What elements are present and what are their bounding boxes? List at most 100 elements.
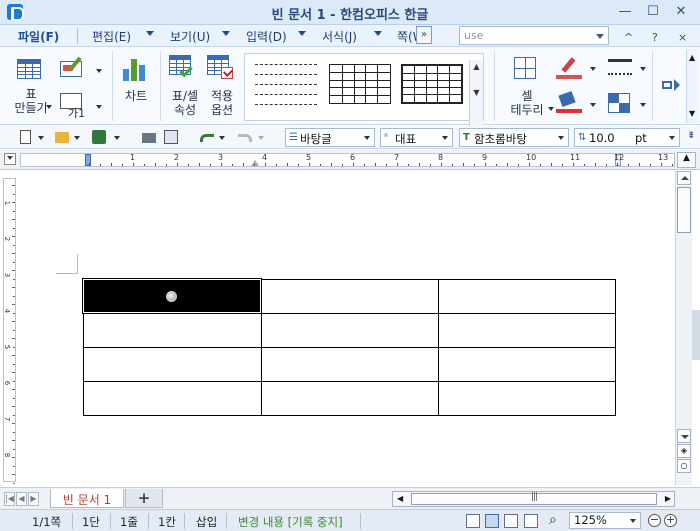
tab-document-1[interactable]: 빈 문서 1 (50, 489, 124, 508)
ribbon-overflow-icon[interactable] (662, 77, 682, 93)
menu-edit-dropdown-icon[interactable] (146, 31, 154, 36)
table-cell[interactable] (437, 278, 616, 314)
vertical-scrollbar[interactable]: ◈ ○ (675, 171, 692, 485)
font-dropdown-icon[interactable] (558, 136, 564, 140)
chart-label[interactable]: 차트 (121, 89, 151, 103)
table-create-dropdown-icon[interactable] (46, 105, 52, 109)
table-style-double[interactable] (397, 60, 467, 114)
scroll-down-button[interactable] (677, 429, 691, 443)
table-create-label[interactable]: 표 만들기 (8, 87, 54, 115)
tab-next-icon[interactable]: ▶ (28, 492, 39, 506)
scroll-right-icon[interactable]: ▶ (665, 494, 671, 503)
style-gallery-up-icon[interactable]: ▲ (470, 62, 483, 71)
cell-shading-icon[interactable] (608, 93, 630, 113)
minimize-button[interactable]: — (614, 3, 636, 21)
horizontal-ruler[interactable]: 1 2 3 4 5 6 7 8 9 10 11 12 13 (20, 153, 695, 167)
menu-more-button[interactable]: » (416, 26, 432, 44)
table-cell-selected[interactable] (82, 278, 262, 314)
apply-options-label[interactable]: 적용 옵션 (204, 89, 240, 117)
menu-format[interactable]: 서식(J) (322, 28, 357, 45)
menu-file[interactable]: 파일(F) (18, 28, 59, 45)
table-cell[interactable] (260, 380, 439, 416)
save-dropdown-icon[interactable] (114, 136, 120, 140)
status-section[interactable]: 1단 (82, 514, 100, 530)
style-gallery-scroll[interactable]: ▲ ▼ (469, 60, 483, 128)
font-size-select[interactable]: ⇅ 10.0 pt (574, 128, 680, 147)
help-search-input[interactable]: use (459, 26, 609, 45)
open-folder-dropdown-icon[interactable] (74, 136, 80, 140)
ribbon-scroll[interactable]: ▲ ▼ (686, 49, 698, 123)
zoom-out-button[interactable]: − (648, 514, 661, 527)
table-style-grid[interactable] (325, 60, 395, 114)
menu-view[interactable]: 보기(U) (170, 28, 210, 45)
text-box-label[interactable]: 가1 (68, 107, 85, 121)
maximize-button[interactable]: ☐ (642, 3, 664, 21)
table-cell[interactable] (82, 312, 262, 348)
zoom-select[interactable]: 125% (569, 512, 641, 529)
style-dropdown-icon[interactable] (364, 136, 370, 140)
table-cell[interactable] (260, 312, 439, 348)
draw-table-dropdown-icon[interactable] (96, 69, 102, 73)
table-style-dashed[interactable] (251, 60, 321, 114)
search-dropdown-icon[interactable] (596, 34, 604, 39)
status-insert-mode[interactable]: 삽입 (196, 514, 217, 530)
fill-color-icon[interactable] (556, 90, 582, 113)
undo-dropdown-icon[interactable] (219, 136, 225, 140)
tab-stop-marker[interactable] (251, 160, 259, 166)
outline-language-select[interactable]: ᵃ 대표 (380, 128, 453, 147)
new-document-icon[interactable] (20, 130, 31, 144)
cell-border-label[interactable]: 셀 테두리 (506, 89, 548, 117)
status-track-changes[interactable]: 변경 내용 [기록 중지] (238, 514, 343, 530)
tab-first-icon[interactable]: |◀ (4, 492, 15, 506)
vertical-scroll-thumb[interactable] (677, 187, 691, 233)
ribbon-scroll-up-icon[interactable]: ▲ (689, 53, 695, 62)
close-button[interactable]: ✕ (670, 3, 692, 21)
line-color-icon[interactable] (556, 57, 582, 79)
view-page-icon[interactable] (485, 514, 499, 528)
scroll-up-button[interactable] (677, 171, 691, 185)
fill-color-dropdown-icon[interactable] (590, 103, 596, 107)
view-draft-icon[interactable] (524, 514, 538, 528)
new-document-dropdown-icon[interactable] (38, 136, 44, 140)
text-box-dropdown-icon[interactable] (96, 105, 102, 109)
line-style-icon[interactable] (608, 59, 632, 75)
view-normal-icon[interactable] (466, 514, 480, 528)
side-panel-grip[interactable] (692, 310, 700, 360)
ruler-toggle-button[interactable] (4, 153, 16, 165)
table-cell[interactable] (82, 346, 262, 382)
close-document-button[interactable]: × (678, 31, 687, 44)
view-outline-icon[interactable] (504, 514, 518, 528)
open-folder-icon[interactable] (55, 132, 69, 143)
cell-shading-dropdown-icon[interactable] (640, 103, 646, 107)
table-cell[interactable] (437, 346, 616, 382)
style-gallery-down-icon[interactable]: ▼ (470, 88, 483, 97)
left-indent-marker[interactable] (85, 154, 91, 166)
menu-edit[interactable]: 편집(E) (92, 28, 131, 45)
redo-dropdown-icon[interactable] (258, 136, 264, 140)
zoom-dropdown-icon[interactable] (630, 519, 636, 523)
table-cell[interactable] (437, 380, 616, 416)
cell-border-icon[interactable] (514, 57, 536, 79)
status-page[interactable]: 1/1쪽 (32, 514, 61, 530)
chart-icon[interactable] (123, 57, 147, 81)
document-table[interactable] (82, 278, 616, 416)
zoom-in-button[interactable]: + (664, 514, 677, 527)
draw-table-icon[interactable] (60, 56, 82, 77)
status-column[interactable]: 1칸 (158, 514, 176, 530)
table-create-icon[interactable] (17, 59, 41, 79)
menu-page[interactable]: 쪽(W) (397, 28, 417, 45)
font-size-dropdown-icon[interactable] (669, 136, 675, 140)
line-color-dropdown-icon[interactable] (590, 67, 596, 71)
ribbon-collapse-button[interactable]: ^ (624, 31, 633, 44)
ribbon-scroll-down-icon[interactable]: ▼ (689, 109, 695, 118)
table-style-gallery[interactable]: ▲ ▼ (244, 53, 484, 128)
print-icon[interactable] (142, 133, 156, 143)
table-properties-label[interactable]: 표/셀 속성 (166, 89, 204, 117)
style-select[interactable]: ☰ 바탕글 (285, 128, 375, 147)
print-preview-icon[interactable] (164, 130, 178, 144)
menu-insert-dropdown-icon[interactable] (298, 31, 306, 36)
page-browse-button[interactable]: ○ (677, 459, 691, 473)
menu-view-dropdown-icon[interactable] (222, 31, 230, 36)
menu-format-dropdown-icon[interactable] (374, 31, 382, 36)
table-cell[interactable] (82, 380, 262, 416)
